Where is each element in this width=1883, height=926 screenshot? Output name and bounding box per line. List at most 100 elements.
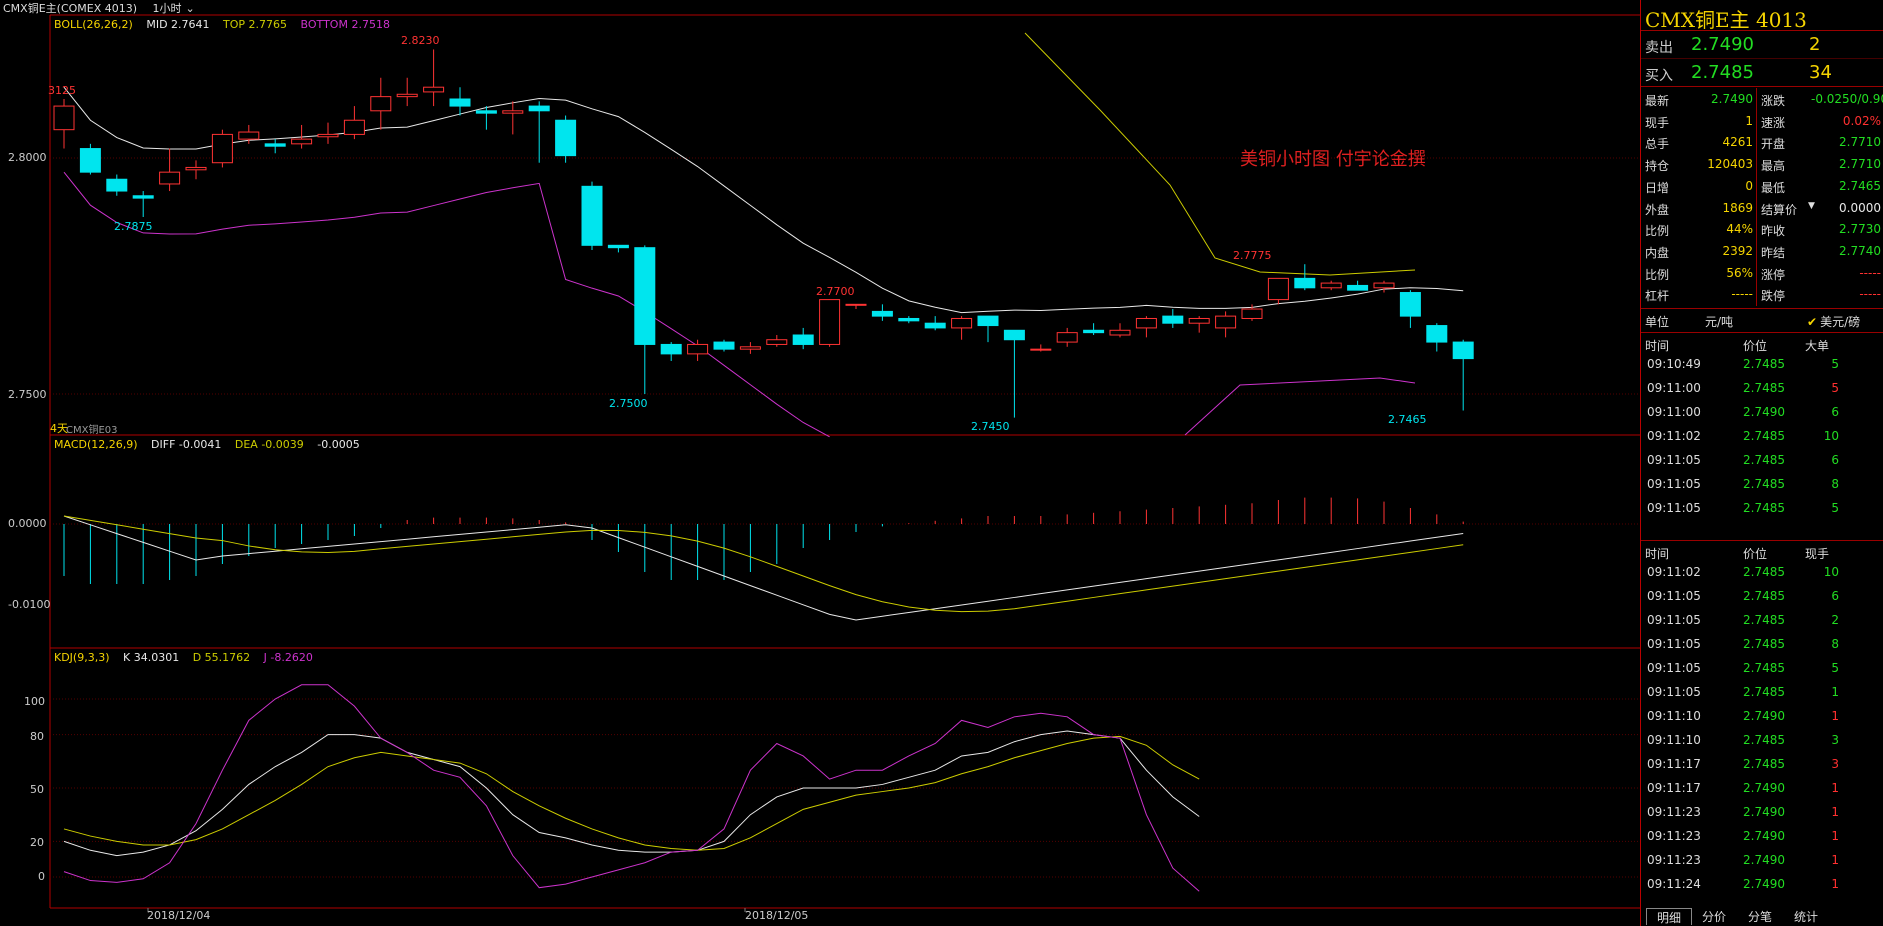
candle-body — [528, 105, 550, 112]
candle-body — [1135, 317, 1157, 329]
candle-body — [502, 110, 524, 114]
candle-body — [739, 346, 761, 350]
tick-time: 09:11:00 — [1647, 405, 1701, 419]
field-label: 比例 — [1645, 224, 1670, 239]
tick-price: 2.7485 — [1743, 685, 1785, 699]
col-header: 价位 — [1743, 547, 1768, 561]
tick-price: 2.7485 — [1743, 429, 1785, 443]
candle-body — [370, 96, 392, 112]
tab-ticks[interactable]: 分笔 — [1738, 908, 1782, 924]
boll-label[interactable]: BOLL(26,26,2) — [54, 18, 133, 31]
sell-volume: 2 — [1809, 34, 1821, 55]
tab-price-dist[interactable]: 分价 — [1692, 908, 1736, 924]
field-label: 杠杆 — [1645, 289, 1670, 304]
kdj-k: K 34.0301 — [123, 651, 180, 664]
field-value: ----- — [1731, 287, 1753, 302]
sell-price[interactable]: 2.7490 — [1691, 34, 1754, 55]
chart-canvas[interactable] — [0, 0, 1640, 926]
candle-body — [185, 166, 207, 171]
tick-volume: 1 — [1831, 781, 1839, 795]
candle-body — [634, 247, 656, 345]
candle-body — [132, 195, 154, 199]
candle-body — [1320, 282, 1342, 289]
candle-body — [106, 178, 128, 192]
tick-volume: 10 — [1823, 565, 1839, 579]
tick-volume: 8 — [1831, 477, 1839, 491]
field-label: 总手 — [1645, 137, 1670, 152]
kdj-legend: KDJ(9,3,3) K 34.0301 D 55.1762 J -8.2620 — [54, 651, 323, 664]
candle-body — [1373, 282, 1395, 289]
field-label: 跌停 — [1761, 289, 1786, 304]
field-value: 2.7740 — [1839, 243, 1881, 258]
field-label[interactable]: 结算价 — [1761, 201, 1797, 218]
candle-body — [1399, 292, 1421, 317]
boll-mid: MID 2.7641 — [146, 18, 210, 31]
tick-volume: 5 — [1831, 381, 1839, 395]
tick-time: 09:11:24 — [1647, 877, 1701, 891]
kdj-d-line — [63, 735, 1200, 851]
tick-price: 2.7485 — [1743, 661, 1785, 675]
field-value: 0 — [1745, 178, 1753, 193]
candle-body — [951, 317, 973, 329]
currency-toggle[interactable]: ✔ 美元/磅 — [1807, 313, 1860, 330]
field-value: 2392 — [1722, 243, 1753, 258]
tick-price: 2.7485 — [1743, 613, 1785, 627]
candle-body — [1003, 329, 1025, 341]
col-header: 现手 — [1805, 547, 1830, 561]
check-icon: ✔ — [1807, 315, 1818, 329]
tick-price: 2.7485 — [1743, 757, 1785, 771]
tab-detail[interactable]: 明细 — [1646, 908, 1692, 925]
boll-top: TOP 2.7765 — [223, 18, 288, 31]
tick-price: 2.7490 — [1743, 709, 1785, 723]
macd-dea: DEA -0.0039 — [234, 438, 304, 451]
field-label: 内盘 — [1645, 245, 1670, 260]
tick-volume: 1 — [1831, 805, 1839, 819]
candle-body — [1162, 315, 1184, 324]
boll-legend: BOLL(26,26,2) MID 2.7641 TOP 2.7765 BOTT… — [54, 18, 400, 31]
chevron-down-icon[interactable]: ⌄ — [186, 2, 195, 15]
candle-body — [449, 98, 471, 107]
price-annotation: 2.7875 — [114, 220, 153, 233]
tick-time: 09:11:05 — [1647, 613, 1701, 627]
field-value: 44% — [1726, 222, 1753, 237]
buy-price[interactable]: 2.7485 — [1691, 62, 1754, 83]
col-header: 价位 — [1743, 339, 1768, 353]
tick-time: 09:11:23 — [1647, 853, 1701, 867]
tick-price: 2.7485 — [1743, 477, 1785, 491]
tick-volume: 6 — [1831, 589, 1839, 603]
tick-volume: 3 — [1831, 757, 1839, 771]
tick-price: 2.7485 — [1743, 733, 1785, 747]
tick-time: 09:10:49 — [1647, 357, 1701, 371]
title-bar: CMX铜E主(COMEX 4013) 1小时 ⌄ — [0, 0, 199, 15]
tick-volume: 1 — [1831, 829, 1839, 843]
kdj-label[interactable]: KDJ(9,3,3) — [54, 651, 110, 664]
candle-body — [871, 310, 893, 317]
kdj-d: D 55.1762 — [192, 651, 251, 664]
candle-body — [1083, 329, 1105, 334]
tick-time: 09:11:05 — [1647, 501, 1701, 515]
boll-bottom-line — [1184, 377, 1416, 436]
candle-body — [1426, 325, 1448, 343]
period-selector[interactable]: 1小时 — [153, 2, 182, 15]
macd-legend: MACD(12,26,9) DIFF -0.0041 DEA -0.0039 -… — [54, 438, 370, 451]
candle-body — [1452, 341, 1474, 360]
candle-body — [1056, 332, 1078, 343]
candle-body — [53, 105, 75, 131]
macd-axis-label: -0.0100 — [8, 598, 51, 611]
price-annotation: 2.7775 — [1233, 249, 1272, 262]
candle-body — [264, 143, 286, 147]
macd-label[interactable]: MACD(12,26,9) — [54, 438, 138, 451]
tick-volume: 5 — [1831, 661, 1839, 675]
candle-body — [1294, 277, 1316, 289]
field-label: 日增 — [1645, 180, 1670, 195]
candle-body — [555, 119, 577, 157]
field-value: ----- — [1859, 287, 1881, 302]
tick-volume: 1 — [1831, 853, 1839, 867]
candle-body — [423, 86, 445, 93]
tick-volume: 6 — [1831, 453, 1839, 467]
tick-price: 2.7485 — [1743, 565, 1785, 579]
field-label: 涨跌 — [1761, 94, 1786, 108]
field-value: 2.7730 — [1839, 222, 1881, 237]
tick-price: 2.7485 — [1743, 381, 1785, 395]
tab-stats[interactable]: 统计 — [1784, 908, 1828, 924]
